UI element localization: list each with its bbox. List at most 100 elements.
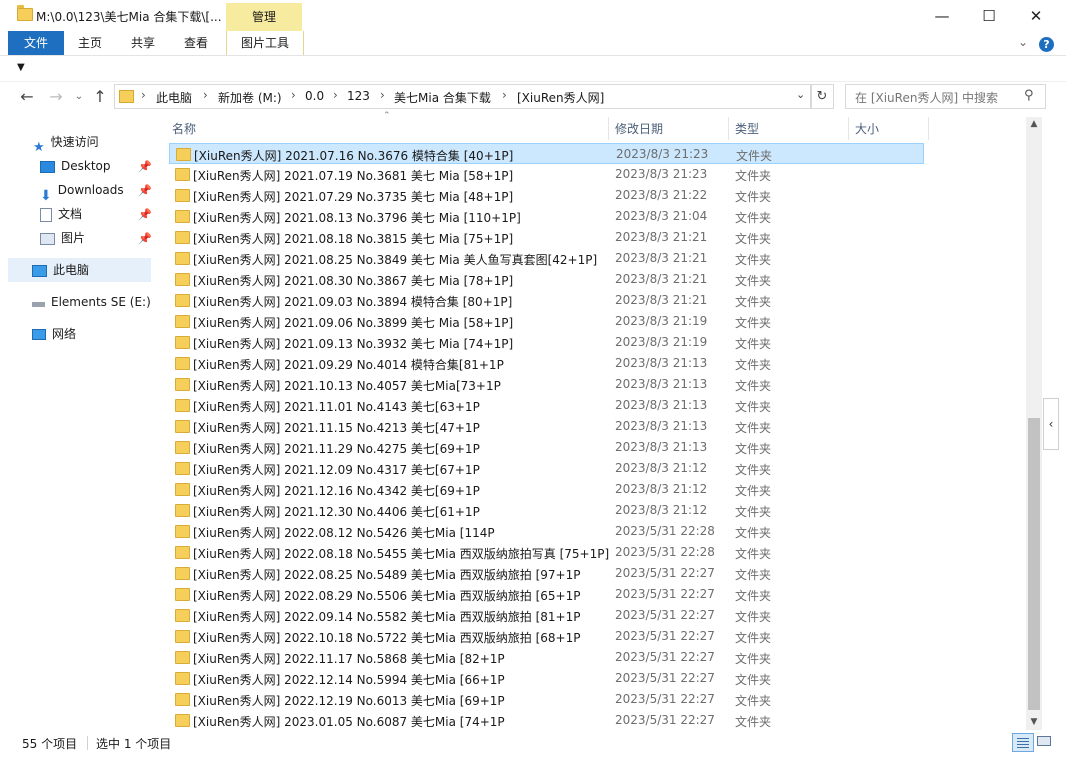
file-row[interactable]: [XiuRen秀人网] 2022.12.14 No.5994 美七Mia [66… bbox=[169, 668, 924, 689]
file-type: 文件夹 bbox=[736, 149, 773, 163]
column-divider[interactable] bbox=[848, 117, 849, 140]
nav-drive-e[interactable]: Elements SE (E:) bbox=[32, 291, 151, 313]
search-icon[interactable]: ⚲ bbox=[1024, 88, 1034, 103]
pin-icon[interactable]: 📌 bbox=[138, 184, 152, 197]
column-divider[interactable] bbox=[608, 117, 609, 140]
details-view-icon[interactable] bbox=[1012, 733, 1034, 752]
file-row[interactable]: [XiuRen秀人网] 2022.08.12 No.5426 美七Mia [11… bbox=[169, 521, 924, 542]
file-type: 文件夹 bbox=[735, 337, 772, 351]
file-date: 2023/8/3 21:13 bbox=[615, 440, 708, 454]
nav-item-pictures[interactable]: 图片 bbox=[40, 227, 85, 249]
file-row[interactable]: [XiuRen秀人网] 2022.10.18 No.5722 美七Mia 西双版… bbox=[169, 626, 924, 647]
column-divider[interactable] bbox=[928, 117, 929, 140]
file-row[interactable]: [XiuRen秀人网] 2021.08.13 No.3796 美七 Mia [1… bbox=[169, 206, 924, 227]
folder-icon bbox=[175, 462, 190, 475]
file-name: [XiuRen秀人网] 2022.10.18 No.5722 美七Mia 西双版… bbox=[193, 631, 581, 645]
tab-file[interactable]: 文件 bbox=[8, 31, 64, 55]
address-dropdown-icon[interactable]: ⌄ bbox=[796, 88, 805, 101]
chevron-right-icon[interactable]: › bbox=[291, 88, 296, 102]
tab-share[interactable]: 共享 bbox=[123, 31, 163, 55]
file-row[interactable]: [XiuRen秀人网] 2021.07.29 No.3735 美七 Mia [4… bbox=[169, 185, 924, 206]
file-row[interactable]: [XiuRen秀人网] 2022.12.19 No.6013 美七Mia [69… bbox=[169, 689, 924, 710]
nav-quick-access[interactable]: ★ 快速访问 bbox=[33, 131, 99, 155]
breadcrumb-this-pc[interactable]: 此电脑 bbox=[156, 89, 192, 106]
file-row[interactable]: [XiuRen秀人网] 2021.07.19 No.3681 美七 Mia [5… bbox=[169, 164, 924, 185]
file-row[interactable]: [XiuRen秀人网] 2023.01.05 No.6087 美七Mia [74… bbox=[169, 710, 924, 731]
chevron-right-icon[interactable]: › bbox=[203, 88, 208, 102]
customize-toolbar-arrow-icon[interactable]: ▼ bbox=[17, 62, 25, 73]
scroll-up-arrow-icon[interactable]: ▲ bbox=[1026, 117, 1042, 132]
scrollbar-thumb[interactable] bbox=[1028, 418, 1040, 710]
back-arrow-icon[interactable]: ← bbox=[18, 87, 36, 107]
status-divider bbox=[87, 736, 88, 750]
nav-this-pc[interactable]: 此电脑 bbox=[32, 259, 89, 281]
preview-pane-toggle-chevron-icon[interactable]: ‹ bbox=[1043, 398, 1059, 450]
pin-icon[interactable]: 📌 bbox=[138, 232, 152, 245]
column-header-name[interactable]: 名称 bbox=[172, 120, 196, 137]
chevron-right-icon[interactable]: › bbox=[502, 88, 507, 102]
close-button[interactable]: ✕ bbox=[1013, 0, 1059, 31]
breadcrumb-folder[interactable]: 0.0 bbox=[305, 89, 324, 103]
pin-icon[interactable]: 📌 bbox=[138, 208, 152, 221]
large-icons-view-icon[interactable] bbox=[1036, 734, 1052, 748]
nav-label: 文档 bbox=[58, 207, 83, 221]
tab-picture-tools[interactable]: 图片工具 bbox=[226, 31, 304, 55]
tab-home[interactable]: 主页 bbox=[70, 31, 110, 55]
file-date: 2023/8/3 21:12 bbox=[615, 503, 708, 517]
scroll-down-arrow-icon[interactable]: ▼ bbox=[1026, 715, 1042, 730]
column-header-date[interactable]: 修改日期 bbox=[615, 120, 663, 137]
folder-icon bbox=[175, 651, 190, 664]
chevron-right-icon[interactable]: › bbox=[141, 88, 146, 102]
file-type: 文件夹 bbox=[735, 274, 772, 288]
nav-network[interactable]: 网络 bbox=[32, 323, 76, 345]
file-row[interactable]: [XiuRen秀人网] 2021.09.13 No.3932 美七 Mia [7… bbox=[169, 332, 924, 353]
minimize-button[interactable]: — bbox=[919, 0, 965, 31]
file-name: [XiuRen秀人网] 2021.11.15 No.4213 美七[47+1P bbox=[193, 421, 480, 435]
file-row[interactable]: [XiuRen秀人网] 2021.12.09 No.4317 美七[67+1P 2… bbox=[169, 458, 924, 479]
chevron-right-icon[interactable]: › bbox=[380, 88, 385, 102]
file-row[interactable]: [XiuRen秀人网] 2022.09.14 No.5582 美七Mia 西双版… bbox=[169, 605, 924, 626]
file-row[interactable]: [XiuRen秀人网] 2021.09.06 No.3899 美七 Mia [5… bbox=[169, 311, 924, 332]
file-row[interactable]: [XiuRen秀人网] 2021.11.29 No.4275 美七[69+1P 2… bbox=[169, 437, 924, 458]
chevron-right-icon[interactable]: › bbox=[333, 88, 338, 102]
column-header-type[interactable]: 类型 bbox=[735, 120, 759, 137]
nav-item-documents[interactable]: 文档 bbox=[40, 203, 82, 225]
file-row[interactable]: [XiuRen秀人网] 2021.07.16 No.3676 模特合集 [40+… bbox=[169, 143, 924, 164]
file-row[interactable]: [XiuRen秀人网] 2021.09.03 No.3894 模特合集 [80+… bbox=[169, 290, 924, 311]
folder-icon bbox=[175, 378, 190, 391]
file-row[interactable]: [XiuRen秀人网] 2022.08.29 No.5506 美七Mia 西双版… bbox=[169, 584, 924, 605]
file-row[interactable]: [XiuRen秀人网] 2021.10.13 No.4057 美七Mia[73+… bbox=[169, 374, 924, 395]
tab-manage[interactable]: 管理 bbox=[226, 3, 302, 31]
help-icon[interactable]: ? bbox=[1039, 37, 1054, 52]
file-row[interactable]: [XiuRen秀人网] 2021.08.18 No.3815 美七 Mia [7… bbox=[169, 227, 924, 248]
folder-icon bbox=[175, 315, 190, 328]
file-row[interactable]: [XiuRen秀人网] 2021.12.16 No.4342 美七[69+1P 2… bbox=[169, 479, 924, 500]
pin-icon[interactable]: 📌 bbox=[138, 160, 152, 173]
column-divider[interactable] bbox=[728, 117, 729, 140]
tab-view[interactable]: 查看 bbox=[176, 31, 216, 55]
folder-icon bbox=[175, 630, 190, 643]
file-row[interactable]: [XiuRen秀人网] 2022.08.18 No.5455 美七Mia 西双版… bbox=[169, 542, 924, 563]
breadcrumb-folder[interactable]: 美七Mia 合集下载 bbox=[394, 89, 491, 106]
breadcrumb-folder[interactable]: 123 bbox=[347, 89, 370, 103]
column-header-size[interactable]: 大小 bbox=[855, 120, 879, 137]
file-row[interactable]: [XiuRen秀人网] 2022.11.17 No.5868 美七Mia [82… bbox=[169, 647, 924, 668]
breadcrumb-current[interactable]: [XiuRen秀人网] bbox=[517, 89, 604, 106]
refresh-icon[interactable]: ↻ bbox=[810, 84, 834, 109]
breadcrumb-drive[interactable]: 新加卷 (M:) bbox=[218, 89, 282, 106]
file-row[interactable]: [XiuRen秀人网] 2021.11.15 No.4213 美七[47+1P 2… bbox=[169, 416, 924, 437]
file-row[interactable]: [XiuRen秀人网] 2021.12.30 No.4406 美七[61+1P 2… bbox=[169, 500, 924, 521]
maximize-button[interactable]: ☐ bbox=[966, 0, 1012, 31]
file-type: 文件夹 bbox=[735, 190, 772, 204]
forward-arrow-icon[interactable]: → bbox=[47, 87, 65, 107]
up-arrow-icon[interactable]: ↑ bbox=[91, 87, 109, 107]
recent-locations-chevron-icon[interactable]: ⌄ bbox=[70, 87, 88, 107]
nav-item-downloads[interactable]: ⬇ Downloads bbox=[40, 179, 124, 204]
file-row[interactable]: [XiuRen秀人网] 2021.11.01 No.4143 美七[63+1P 2… bbox=[169, 395, 924, 416]
file-row[interactable]: [XiuRen秀人网] 2021.08.30 No.3867 美七 Mia [7… bbox=[169, 269, 924, 290]
file-row[interactable]: [XiuRen秀人网] 2021.09.29 No.4014 模特合集[81+1… bbox=[169, 353, 924, 374]
nav-item-desktop[interactable]: Desktop bbox=[40, 155, 111, 177]
file-row[interactable]: [XiuRen秀人网] 2021.08.25 No.3849 美七 Mia 美人… bbox=[169, 248, 924, 269]
chevron-down-icon[interactable]: ⌄ bbox=[1018, 35, 1028, 49]
file-row[interactable]: [XiuRen秀人网] 2022.08.25 No.5489 美七Mia 西双版… bbox=[169, 563, 924, 584]
